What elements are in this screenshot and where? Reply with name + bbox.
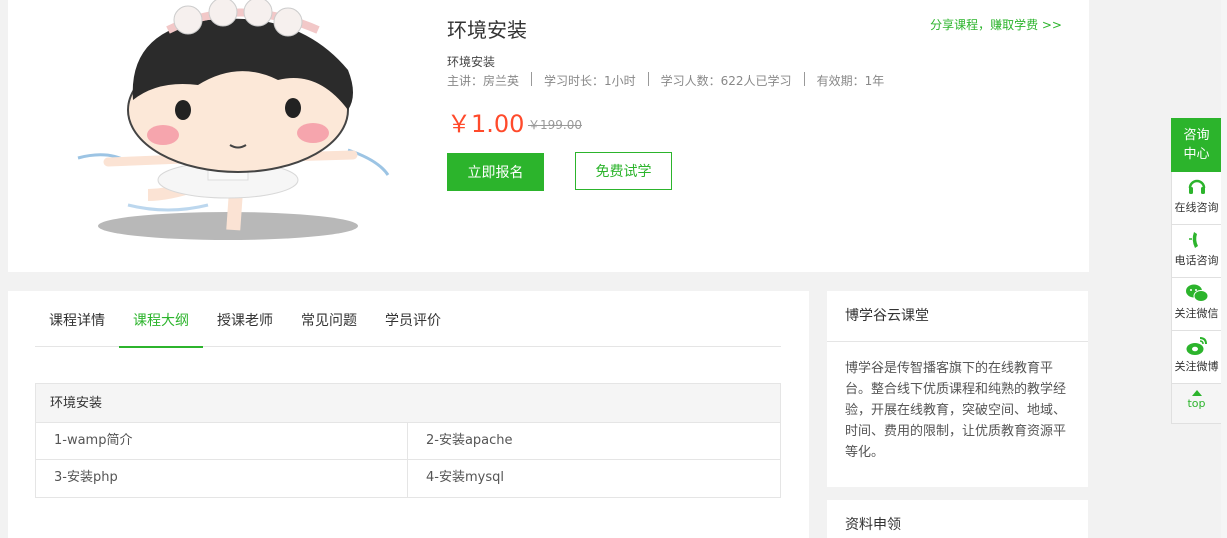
course-header-card: 环境安装 分享课程，赚取学费 >> 环境安装 主讲：房兰英 学习时长：1小时 学… [8, 0, 1089, 272]
course-title: 环境安装 [447, 18, 527, 42]
headset-icon [1188, 179, 1205, 194]
about-platform-card: 博学谷云课堂 博学谷是传智播客旗下的在线教育平台。整合线下优质课程和纯熟的教学经… [827, 291, 1088, 487]
tab-faq[interactable]: 常见问题 [287, 291, 371, 347]
outline-row: 3-安装php 4-安装mysql [36, 460, 780, 497]
course-cover-image[interactable] [48, 0, 423, 250]
original-price: ￥199.00 [528, 118, 582, 132]
page-scrollbar[interactable] [1221, 0, 1227, 538]
current-price: ￥1.00 [447, 110, 525, 138]
meta-divider [647, 72, 649, 86]
about-text: 博学谷是传智播客旗下的在线教育平台。整合线下优质课程和纯熟的教学经验，开展在线教… [845, 361, 1067, 460]
course-meta: 主讲：房兰英 学习时长：1小时 学习人数：622人已学习 有效期：1年 [447, 72, 884, 89]
meta-learners: 学习人数：622人已学习 [660, 74, 792, 88]
online-consult-label: 在线咨询 [1174, 201, 1219, 214]
tab-teachers[interactable]: 授课老师 [203, 291, 287, 347]
back-to-top-button[interactable]: top [1171, 384, 1222, 424]
course-subtitle: 环境安装 [447, 55, 496, 69]
consult-center-header[interactable]: 咨询中心 [1171, 118, 1222, 172]
share-course-link[interactable]: 分享课程，赚取学费 >> [930, 16, 1062, 33]
online-consult-button[interactable]: 在线咨询 [1171, 172, 1222, 225]
meta-lecturer: 主讲：房兰英 [447, 74, 520, 88]
wechat-follow-label: 关注微信 [1174, 307, 1219, 320]
weibo-icon [1186, 337, 1207, 355]
wechat-follow-button[interactable]: 关注微信 [1171, 278, 1222, 331]
materials-card: 资料申领 [827, 500, 1088, 538]
wechat-icon [1185, 284, 1208, 302]
weibo-follow-button[interactable]: 关注微博 [1171, 331, 1222, 384]
outline-section-title: 环境安装 [36, 384, 780, 423]
meta-divider [531, 72, 533, 86]
course-outline-table: 环境安装 1-wamp简介 2-安装apache 3-安装php 4-安装mys… [35, 383, 781, 498]
phone-consult-label: 电话咨询 [1174, 254, 1219, 267]
lesson-item[interactable]: 1-wamp简介 [36, 423, 408, 459]
ballerina-cartoon-illustration [48, 0, 423, 250]
consult-center-label: 咨询中心 [1183, 128, 1210, 162]
meta-divider [803, 72, 805, 86]
meta-validity: 有效期：1年 [816, 74, 885, 88]
lesson-item[interactable]: 4-安装mysql [408, 460, 780, 497]
consult-float-bar: 咨询中心 在线咨询 电话咨询 关注微信 关注微博 top [1171, 118, 1222, 424]
tab-outline[interactable]: 课程大纲 [119, 291, 203, 348]
tab-reviews[interactable]: 学员评价 [371, 291, 455, 347]
lesson-item[interactable]: 3-安装php [36, 460, 408, 497]
course-content-panel: 课程详情 课程大纲 授课老师 常见问题 学员评价 环境安装 1-wamp简介 2… [8, 291, 809, 538]
outline-row: 1-wamp简介 2-安装apache [36, 423, 780, 460]
materials-title[interactable]: 资料申领 [827, 500, 1088, 538]
free-trial-button[interactable]: 免费试学 [575, 152, 672, 190]
meta-duration: 学习时长：1小时 [544, 74, 636, 88]
weibo-follow-label: 关注微博 [1174, 360, 1219, 373]
phone-consult-button[interactable]: 电话咨询 [1171, 225, 1222, 278]
arrow-up-icon [1191, 390, 1202, 396]
course-tabs: 课程详情 课程大纲 授课老师 常见问题 学员评价 [35, 291, 781, 348]
lesson-item[interactable]: 2-安装apache [408, 423, 780, 459]
course-info: 环境安装 分享课程，赚取学费 >> 环境安装 主讲：房兰英 学习时长：1小时 学… [447, 0, 1077, 260]
tab-details[interactable]: 课程详情 [35, 291, 119, 347]
about-title: 博学谷云课堂 [827, 291, 1088, 342]
enroll-button[interactable]: 立即报名 [447, 153, 544, 191]
phone-icon [1188, 232, 1198, 248]
back-to-top-label: top [1187, 397, 1206, 410]
